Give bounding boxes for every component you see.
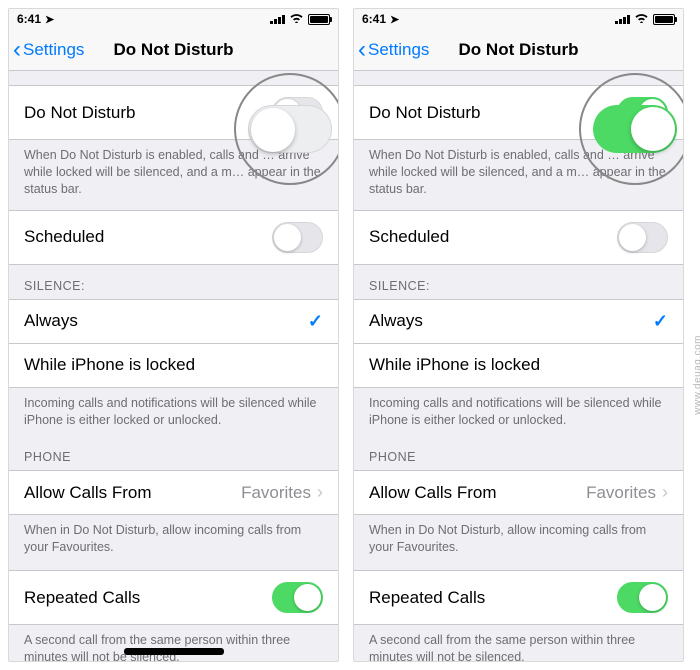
silence-footer: Incoming calls and notifications will be… (354, 388, 683, 437)
chevron-right-icon: › (662, 482, 668, 503)
location-icon: ➤ (45, 13, 54, 26)
status-time: 6:41 (362, 12, 386, 26)
repeated-calls-cell[interactable]: Repeated Calls (354, 570, 683, 625)
silence-footer: Incoming calls and notifications will be… (9, 388, 338, 437)
allow-calls-label: Allow Calls From (369, 483, 497, 503)
back-button[interactable]: ‹ Settings (9, 38, 84, 62)
signal-icon (615, 14, 630, 24)
dnd-label: Do Not Disturb (369, 103, 480, 123)
repeated-calls-footer: A second call from the same person withi… (9, 625, 338, 662)
status-time: 6:41 (17, 12, 41, 26)
silence-header: Silence: (354, 265, 683, 299)
wifi-icon (289, 12, 304, 26)
silence-locked-cell[interactable]: While iPhone is locked (354, 344, 683, 388)
dnd-label: Do Not Disturb (24, 103, 135, 123)
wifi-icon (634, 12, 649, 26)
allow-calls-label: Allow Calls From (24, 483, 152, 503)
dnd-toggle-zoom (248, 105, 332, 153)
repeated-calls-footer: A second call from the same person withi… (354, 625, 683, 662)
screenshot-right: 6:41 ➤ ‹ Settings Do Not Disturb Do Not … (353, 8, 684, 662)
silence-always-cell[interactable]: Always ✓ (354, 299, 683, 344)
repeated-calls-label: Repeated Calls (369, 588, 485, 608)
silence-always-label: Always (369, 311, 423, 331)
status-bar: 6:41 ➤ (354, 9, 683, 29)
repeated-calls-toggle[interactable] (617, 582, 668, 613)
allow-calls-footer: When in Do Not Disturb, allow incoming c… (9, 515, 338, 564)
allow-calls-value: Favorites (586, 483, 662, 503)
repeated-calls-cell[interactable]: Repeated Calls (9, 570, 338, 625)
phone-header: Phone (9, 436, 338, 470)
scheduled-label: Scheduled (369, 227, 449, 247)
status-bar: 6:41 ➤ (9, 9, 338, 29)
back-button[interactable]: ‹ Settings (354, 38, 429, 62)
silence-always-label: Always (24, 311, 78, 331)
back-label: Settings (368, 40, 429, 60)
scheduled-cell[interactable]: Scheduled (9, 210, 338, 265)
repeated-calls-label: Repeated Calls (24, 588, 140, 608)
checkmark-icon: ✓ (308, 311, 323, 332)
battery-icon (308, 14, 330, 25)
battery-icon (653, 14, 675, 25)
watermark: www.deuaq.com (693, 335, 700, 415)
dnd-toggle-zoom (593, 105, 677, 153)
nav-bar: ‹ Settings Do Not Disturb (354, 29, 683, 71)
silence-always-cell[interactable]: Always ✓ (9, 299, 338, 344)
silence-locked-label: While iPhone is locked (369, 355, 540, 375)
allow-calls-footer: When in Do Not Disturb, allow incoming c… (354, 515, 683, 564)
allow-calls-value: Favorites (241, 483, 317, 503)
scheduled-toggle[interactable] (272, 222, 323, 253)
screenshot-left: 6:41 ➤ ‹ Settings Do Not Disturb Do Not … (8, 8, 339, 662)
scheduled-label: Scheduled (24, 227, 104, 247)
chevron-left-icon: ‹ (358, 38, 366, 62)
repeated-calls-toggle[interactable] (272, 582, 323, 613)
signal-icon (270, 14, 285, 24)
phone-header: Phone (354, 436, 683, 470)
silence-locked-cell[interactable]: While iPhone is locked (9, 344, 338, 388)
nav-bar: ‹ Settings Do Not Disturb (9, 29, 338, 71)
redaction-bar (124, 648, 224, 655)
chevron-right-icon: › (317, 482, 323, 503)
location-icon: ➤ (390, 13, 399, 26)
chevron-left-icon: ‹ (13, 38, 21, 62)
allow-calls-cell[interactable]: Allow Calls From Favorites › (354, 470, 683, 515)
checkmark-icon: ✓ (653, 311, 668, 332)
silence-locked-label: While iPhone is locked (24, 355, 195, 375)
scheduled-cell[interactable]: Scheduled (354, 210, 683, 265)
back-label: Settings (23, 40, 84, 60)
silence-header: Silence: (9, 265, 338, 299)
allow-calls-cell[interactable]: Allow Calls From Favorites › (9, 470, 338, 515)
scheduled-toggle[interactable] (617, 222, 668, 253)
